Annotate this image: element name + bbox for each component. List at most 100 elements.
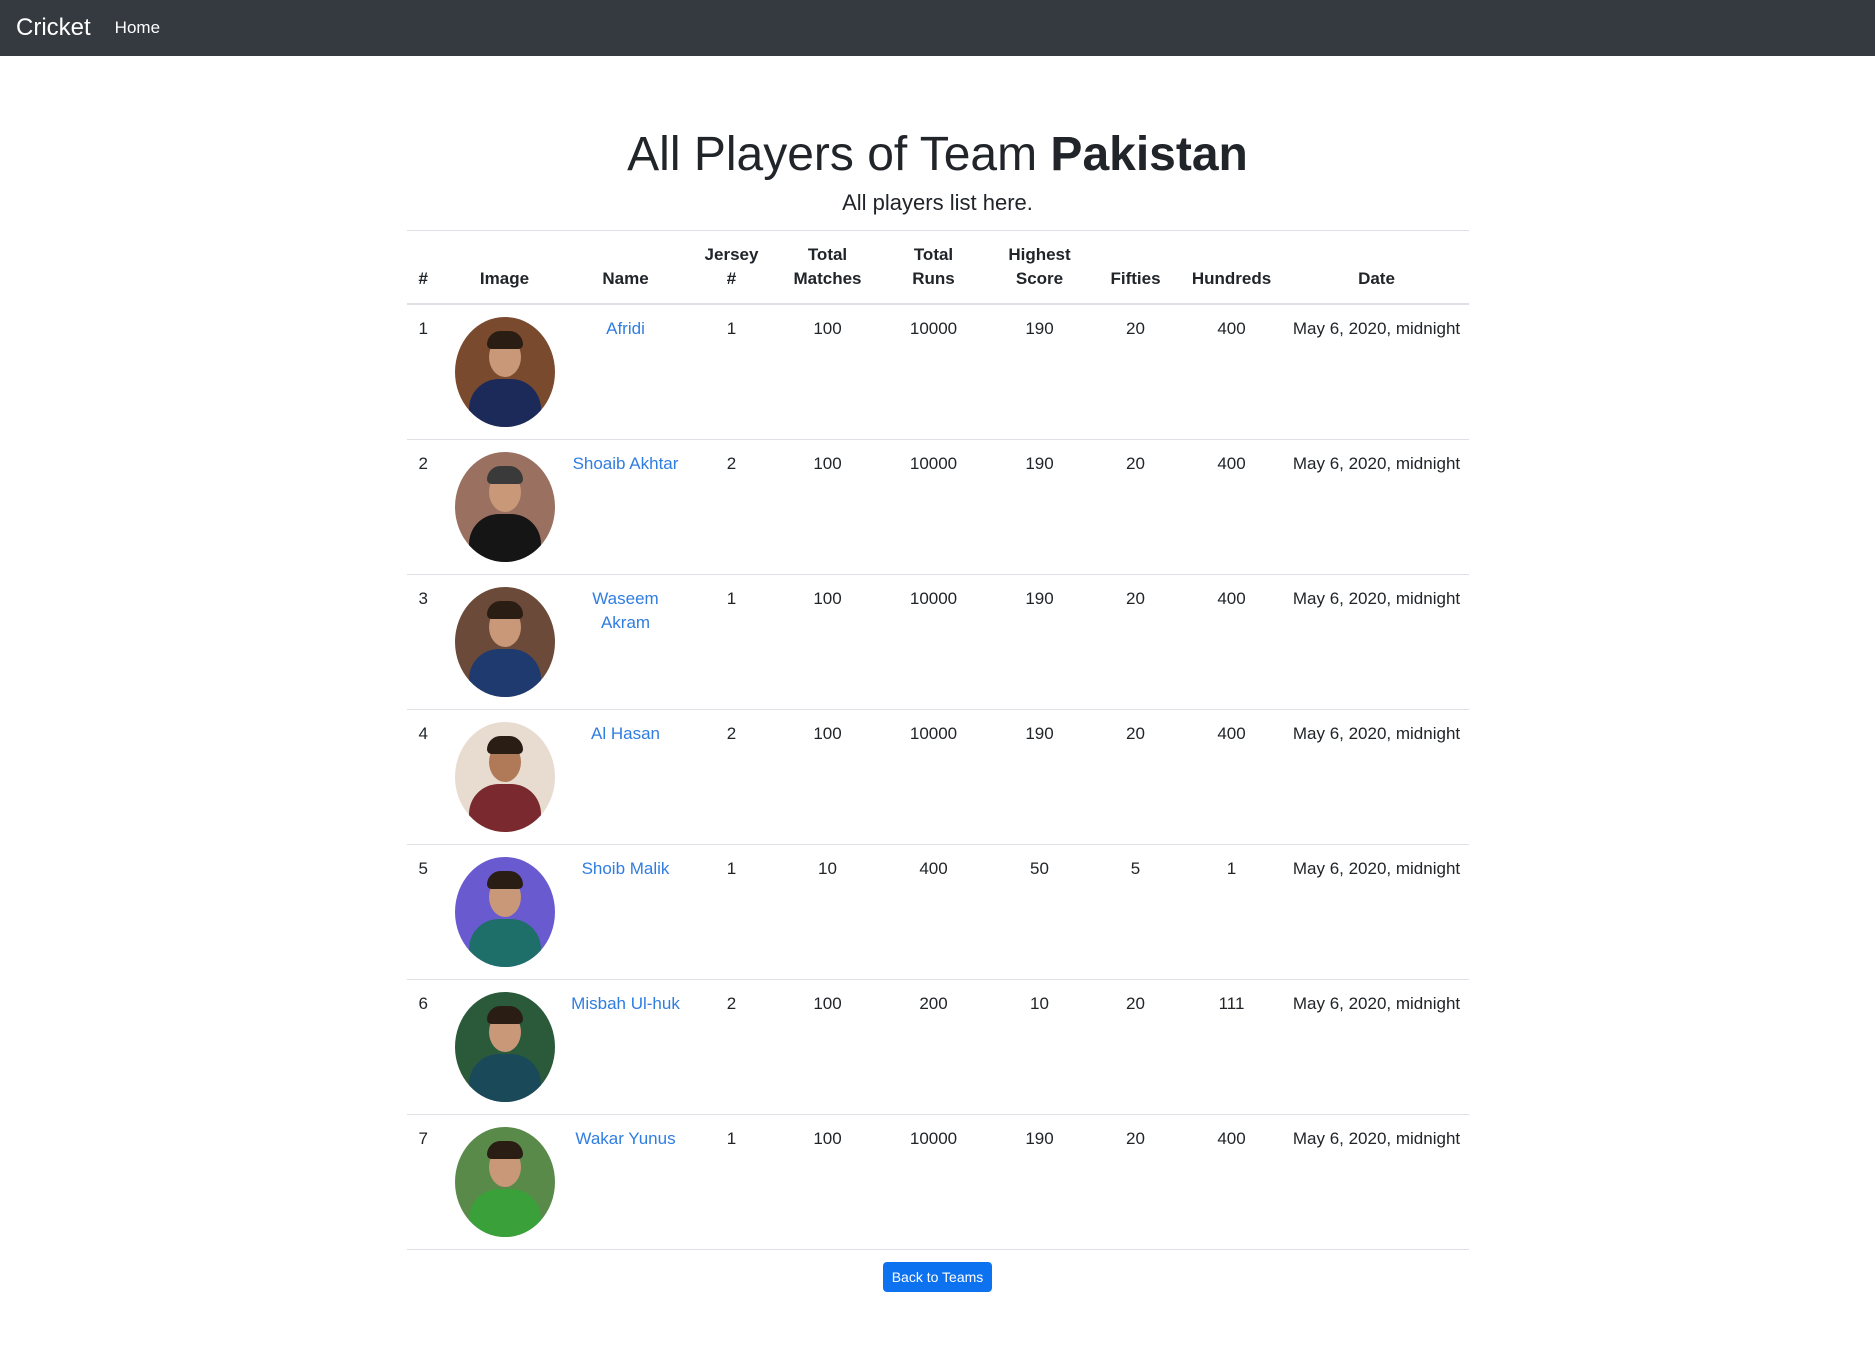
cell-matches: 100 — [774, 1113, 881, 1250]
cell-matches: 100 — [774, 573, 881, 710]
cell-fifties: 20 — [1092, 1113, 1179, 1250]
player-avatar — [454, 586, 555, 697]
team-name: Pakistan — [1050, 128, 1248, 181]
header-total-runs: Total Runs — [880, 229, 987, 305]
table-header: # Image Name Jersey # Total Matches Total R… — [406, 229, 1469, 305]
cell-image — [446, 843, 563, 980]
cell-date: May 6, 2020, midnight — [1284, 978, 1469, 1115]
cell-image — [446, 708, 563, 845]
player-avatar — [454, 451, 555, 562]
players-table: # Image Name Jersey # Total Matches Total R… — [406, 229, 1469, 1250]
cell-index: 6 — [406, 978, 447, 1115]
cell-matches: 100 — [774, 978, 881, 1115]
cell-date: May 6, 2020, midnight — [1284, 708, 1469, 845]
header-jersey: Jersey # — [688, 229, 775, 305]
player-name-link[interactable]: Shoaib Akhtar — [573, 454, 679, 473]
cell-hundreds: 400 — [1178, 1113, 1285, 1250]
cell-jersey: 1 — [688, 573, 775, 710]
cell-image — [446, 438, 563, 575]
cell-hundreds: 400 — [1178, 573, 1285, 710]
header-name: Name — [562, 229, 689, 305]
player-avatar — [454, 316, 555, 427]
cell-matches: 100 — [774, 303, 881, 440]
header-row: # Image Name Jersey # Total Matches Total R… — [406, 229, 1469, 305]
cell-name: Al Hasan — [562, 708, 689, 845]
header-image: Image — [446, 229, 563, 305]
cell-image — [446, 303, 563, 440]
cell-highest: 50 — [986, 843, 1093, 980]
navbar-brand[interactable]: Cricket — [16, 14, 91, 42]
player-avatar — [454, 721, 555, 832]
cell-hundreds: 400 — [1178, 438, 1285, 575]
table-body: 1 Afridi 1 100 10000 190 20 400 May 6, 2… — [406, 303, 1469, 1250]
cell-index: 7 — [406, 1113, 447, 1250]
back-button-wrap: Back to Teams — [407, 1261, 1469, 1292]
cell-fifties: 20 — [1092, 708, 1179, 845]
cell-date: May 6, 2020, midnight — [1284, 438, 1469, 575]
cell-runs: 10000 — [880, 1113, 987, 1250]
cell-jersey: 1 — [688, 303, 775, 440]
cell-date: May 6, 2020, midnight — [1284, 303, 1469, 440]
cell-highest: 190 — [986, 708, 1093, 845]
header-highest-score: Highest Score — [986, 229, 1093, 305]
player-name-link[interactable]: Wakar Yunus — [575, 1129, 675, 1148]
cell-jersey: 2 — [688, 438, 775, 575]
cell-date: May 6, 2020, midnight — [1284, 573, 1469, 710]
cell-fifties: 20 — [1092, 438, 1179, 575]
page-subtitle: All players list here. — [842, 189, 1033, 215]
cell-jersey: 2 — [688, 978, 775, 1115]
cell-index: 1 — [406, 303, 447, 440]
cell-image — [446, 1113, 563, 1250]
table-row: 1 Afridi 1 100 10000 190 20 400 May 6, 2… — [406, 303, 1469, 440]
table-row: 2 Shoaib Akhtar 2 100 10000 190 20 400 M… — [406, 438, 1469, 575]
cell-index: 3 — [406, 573, 447, 710]
header-total-matches: Total Matches — [774, 229, 881, 305]
cell-hundreds: 400 — [1178, 303, 1285, 440]
cell-name: Wakar Yunus — [562, 1113, 689, 1250]
cell-name: Misbah Ul-huk — [562, 978, 689, 1115]
cell-highest: 190 — [986, 438, 1093, 575]
cell-name: Shoib Malik — [562, 843, 689, 980]
header-date: Date — [1284, 229, 1469, 305]
nav-link-home[interactable]: Home — [115, 18, 160, 38]
player-name-link[interactable]: Al Hasan — [591, 724, 660, 743]
cell-highest: 190 — [986, 573, 1093, 710]
cell-date: May 6, 2020, midnight — [1284, 843, 1469, 980]
title-prefix: All Players of Team — [627, 128, 1051, 181]
cell-jersey: 1 — [688, 843, 775, 980]
cell-image — [446, 978, 563, 1115]
cell-highest: 10 — [986, 978, 1093, 1115]
cell-runs: 10000 — [880, 303, 987, 440]
cell-hundreds: 111 — [1178, 978, 1285, 1115]
player-name-link[interactable]: Misbah Ul-huk — [571, 994, 680, 1013]
cell-matches: 100 — [774, 708, 881, 845]
cell-date: May 6, 2020, midnight — [1284, 1113, 1469, 1250]
cell-runs: 200 — [880, 978, 987, 1115]
cell-image — [446, 573, 563, 710]
cell-runs: 10000 — [880, 438, 987, 575]
header-index: # — [406, 229, 447, 305]
cell-fifties: 5 — [1092, 843, 1179, 980]
cell-fifties: 20 — [1092, 573, 1179, 710]
cell-jersey: 2 — [688, 708, 775, 845]
header-fifties: Fifties — [1092, 229, 1179, 305]
header-hundreds: Hundreds — [1178, 229, 1285, 305]
cell-name: Waseem Akram — [562, 573, 689, 710]
back-to-teams-button[interactable]: Back to Teams — [882, 1261, 993, 1292]
cell-index: 2 — [406, 438, 447, 575]
table-row: 3 Waseem Akram 1 100 10000 190 20 400 Ma… — [406, 573, 1469, 710]
cell-matches: 100 — [774, 438, 881, 575]
cell-runs: 400 — [880, 843, 987, 980]
cell-name: Afridi — [562, 303, 689, 440]
cell-matches: 10 — [774, 843, 881, 980]
cell-index: 4 — [406, 708, 447, 845]
player-name-link[interactable]: Afridi — [606, 319, 645, 338]
cell-name: Shoaib Akhtar — [562, 438, 689, 575]
cell-hundreds: 1 — [1178, 843, 1285, 980]
cell-highest: 190 — [986, 303, 1093, 440]
table-row: 4 Al Hasan 2 100 10000 190 20 400 May 6,… — [406, 708, 1469, 845]
player-avatar — [454, 991, 555, 1102]
player-name-link[interactable]: Shoib Malik — [582, 859, 670, 878]
player-name-link[interactable]: Waseem Akram — [592, 589, 658, 632]
page-title: All Players of Team Pakistan — [407, 126, 1469, 184]
